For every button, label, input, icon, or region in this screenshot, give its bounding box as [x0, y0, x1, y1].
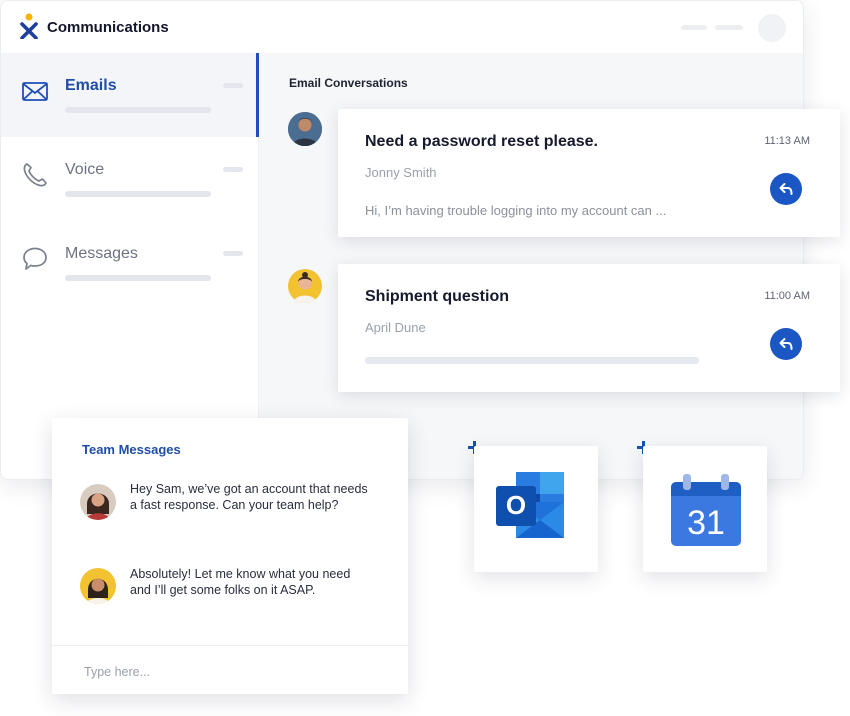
outlook-icon: O	[496, 472, 564, 538]
placeholder-bar	[65, 191, 211, 197]
email-sender: Jonny Smith	[365, 165, 437, 180]
sidebar-item-emails[interactable]: Emails	[1, 53, 259, 137]
placeholder-dash	[223, 167, 243, 172]
placeholder-dash	[223, 251, 243, 256]
email-time: 11:00 AM	[764, 290, 810, 302]
team-member-avatar	[80, 568, 116, 604]
sidebar: Emails Voice Messages	[1, 53, 259, 479]
calendar-day: 31	[687, 504, 725, 542]
x-logo-icon	[20, 13, 38, 39]
team-messages-panel: Team Messages Hey Sam, we’ve got an acco…	[52, 418, 408, 694]
sidebar-item-label: Messages	[65, 245, 138, 262]
phone-icon	[23, 163, 47, 187]
snippet-placeholder-bar	[365, 357, 699, 364]
email-subject: Need a password reset please.	[365, 133, 598, 150]
top-bar: Communications	[1, 1, 803, 54]
reply-icon	[779, 338, 793, 350]
sender-avatar	[288, 112, 322, 146]
reply-button[interactable]	[770, 173, 802, 205]
outlook-integration-tile[interactable]: O	[474, 446, 598, 572]
google-calendar-icon: 31	[671, 474, 741, 546]
sender-avatar	[288, 269, 322, 303]
outlook-letter: O	[506, 490, 526, 520]
email-snippet: Hi, I’m having trouble logging into my a…	[365, 203, 667, 218]
reply-button[interactable]	[770, 328, 802, 360]
email-sender: April Dune	[365, 320, 426, 335]
placeholder-dash	[223, 83, 243, 88]
section-title: Email Conversations	[289, 76, 408, 90]
top-placeholder-bar	[681, 25, 707, 30]
team-message-input[interactable]	[82, 661, 386, 683]
top-placeholder-bar	[715, 25, 743, 30]
divider	[52, 645, 408, 646]
sidebar-item-messages[interactable]: Messages	[1, 221, 258, 305]
email-subject: Shipment question	[365, 288, 509, 305]
email-card[interactable]: Need a password reset please. 11:13 AM J…	[338, 109, 840, 237]
reply-icon	[779, 183, 793, 195]
sidebar-item-label: Emails	[65, 77, 117, 94]
email-card[interactable]: Shipment question 11:00 AM April Dune	[338, 264, 840, 392]
placeholder-bar	[65, 107, 211, 113]
chat-bubble-icon	[23, 247, 47, 270]
email-time: 11:13 AM	[764, 135, 810, 147]
team-member-avatar	[80, 484, 116, 520]
team-message-text: Absolutely! Let me know what you need an…	[130, 567, 351, 597]
app-title: Communications	[47, 19, 169, 36]
app-window: Communications Emails Voice Messages Ema…	[0, 0, 804, 480]
calendar-integration-tile[interactable]: 31	[643, 446, 767, 572]
sidebar-item-label: Voice	[65, 161, 105, 178]
sidebar-item-voice[interactable]: Voice	[1, 137, 258, 221]
envelope-icon	[22, 82, 48, 101]
team-message-text: Hey Sam, we’ve got an account that needs…	[130, 482, 368, 512]
user-avatar[interactable]	[758, 14, 786, 42]
team-messages-title: Team Messages	[82, 442, 181, 457]
placeholder-bar	[65, 275, 211, 281]
